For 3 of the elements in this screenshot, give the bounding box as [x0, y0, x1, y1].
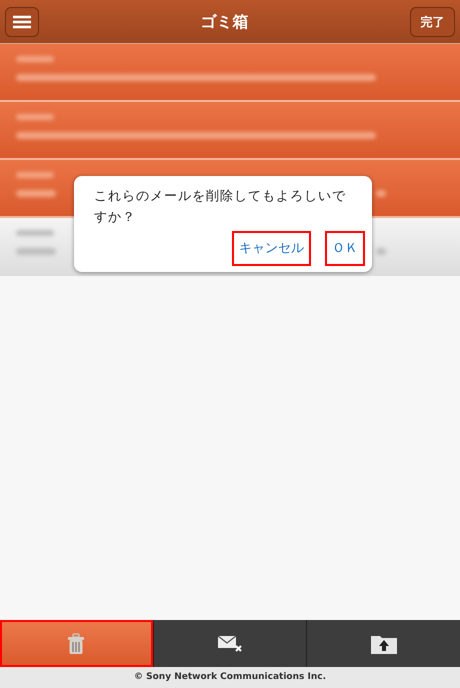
- dialog-message: これらのメールを削除してもよろしいですか？: [94, 188, 347, 227]
- copyright-text: © Sony Network Communications Inc.: [134, 670, 326, 684]
- window-title: ゴミ箱: [200, 10, 248, 32]
